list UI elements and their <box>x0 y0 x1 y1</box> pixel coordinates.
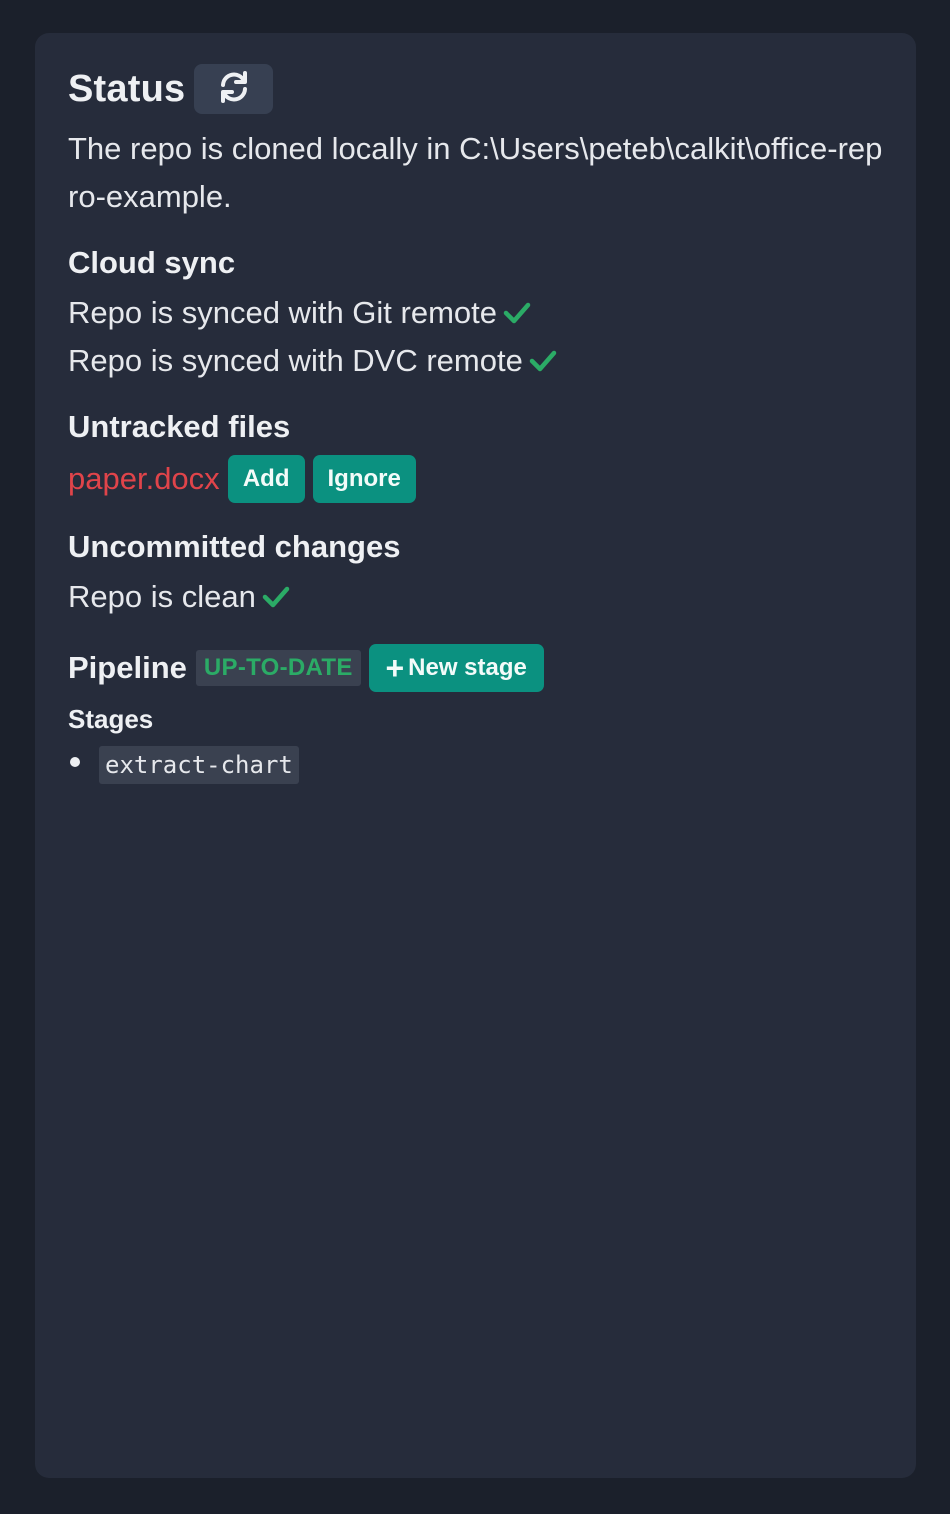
bullet-icon <box>70 757 80 767</box>
dvc-sync-status: Repo is synced with DVC remote <box>68 337 883 385</box>
uncommitted-changes-section: Uncommitted changes Repo is clean <box>68 527 883 621</box>
stage-name[interactable]: extract-chart <box>99 746 299 784</box>
check-icon <box>529 349 557 373</box>
status-title: Status <box>68 67 186 110</box>
stages-heading: Stages <box>68 704 154 734</box>
untracked-files-heading: Untracked files <box>68 409 291 444</box>
cloud-sync-heading: Cloud sync <box>68 245 236 280</box>
check-icon <box>262 585 290 609</box>
pipeline-status-badge: UP-TO-DATE <box>195 650 361 686</box>
repo-location-text: The repo is cloned locally in C:\Users\p… <box>68 131 883 214</box>
dvc-sync-text: Repo is synced with DVC remote <box>68 343 523 378</box>
new-stage-label: New stage <box>408 654 527 681</box>
uncommitted-changes-heading: Uncommitted changes <box>68 529 401 564</box>
git-sync-status: Repo is synced with Git remote <box>68 289 883 337</box>
repo-clean-status: Repo is clean <box>68 573 883 621</box>
git-sync-text: Repo is synced with Git remote <box>68 295 498 330</box>
ignore-button[interactable]: Ignore <box>312 455 416 503</box>
repo-clean-text: Repo is clean <box>68 579 256 614</box>
list-item: extract-chart <box>68 745 883 785</box>
status-card: Status The repo is cloned locally in C:\… <box>35 33 916 1478</box>
cloud-sync-section: Cloud sync Repo is synced with Git remot… <box>68 243 883 385</box>
add-button[interactable]: Add <box>227 455 305 503</box>
untracked-file-name: paper.docx <box>68 461 220 496</box>
check-icon <box>503 301 531 325</box>
pipeline-header: Pipeline UP-TO-DATE + New stage <box>68 643 883 693</box>
plus-icon: + <box>385 650 405 686</box>
untracked-files-section: Untracked files paper.docx Add Ignore <box>68 407 883 505</box>
untracked-file-row: paper.docx Add Ignore <box>68 453 883 505</box>
refresh-button[interactable] <box>194 64 274 114</box>
new-stage-button[interactable]: + New stage <box>368 644 544 692</box>
refresh-icon <box>217 70 251 109</box>
pipeline-heading: Pipeline <box>68 650 187 685</box>
status-header: Status <box>68 63 883 115</box>
stage-list: extract-chart <box>68 745 883 785</box>
